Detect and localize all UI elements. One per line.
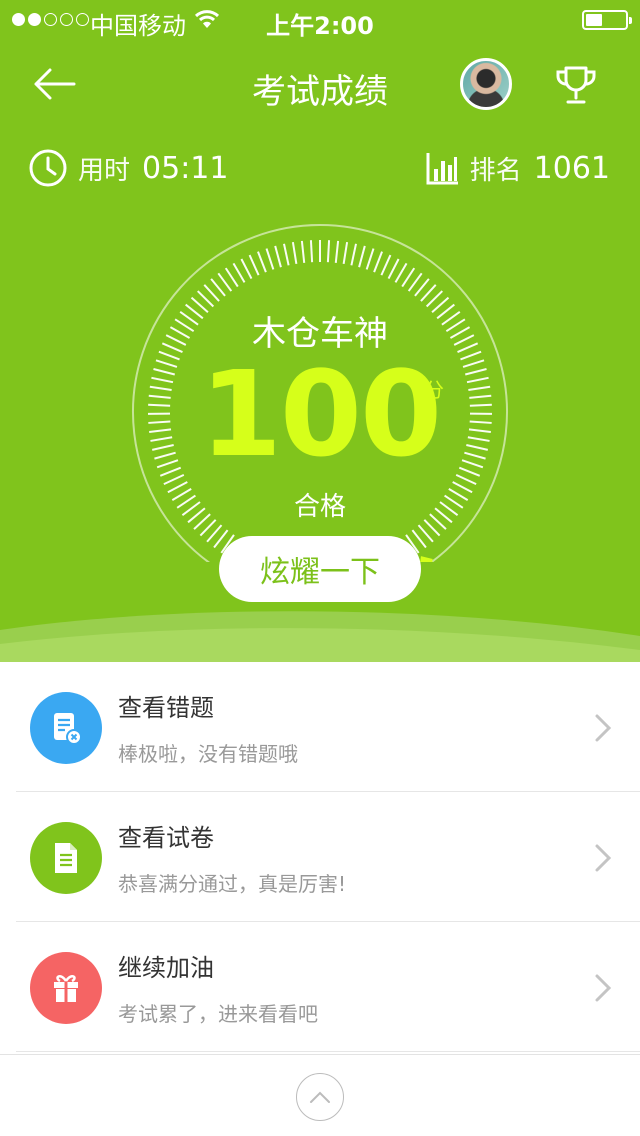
chevron-right-icon: [595, 844, 612, 872]
gauge-tick: [265, 248, 275, 270]
gauge-tick: [163, 473, 185, 486]
list-item-icon: [30, 692, 102, 764]
chevron-right-icon: [595, 974, 612, 1002]
score-header: 中国移动 上午2:00 考试成绩 用时 05:11 排名 1061 木仓车神 1…: [0, 0, 640, 662]
score-value: 100: [199, 345, 442, 483]
bottom-bar: [0, 1054, 640, 1136]
gauge-tick: [358, 245, 366, 268]
time-used-value: 05:11: [142, 150, 229, 186]
wave-decoration: [0, 611, 640, 662]
action-list: 查看错题 棒极啦，没有错题哦 查看试卷 恭喜满分通过，真是厉害! 继续加油 考试…: [0, 662, 640, 1052]
gauge-tick: [283, 243, 290, 266]
scroll-up-button[interactable]: [296, 1073, 344, 1121]
list-item-icon: [30, 952, 102, 1024]
list-item-title: 查看错题: [118, 694, 214, 722]
score-unit: 分: [424, 378, 444, 402]
list-item-icon: [30, 822, 102, 894]
gauge-tick: [373, 251, 383, 273]
page-title: 考试成绩: [252, 72, 388, 112]
pass-status: 合格: [293, 492, 346, 522]
rank-label: 排名: [469, 155, 522, 186]
gauge-tick: [257, 251, 267, 273]
time-used-label: 用时: [78, 155, 131, 186]
gauge-tick: [240, 258, 253, 280]
gift-icon: [54, 975, 78, 1002]
bar-chart-icon: [426, 153, 458, 185]
gauge-tick: [365, 248, 375, 270]
rank-value: 1061: [533, 150, 610, 186]
list-item-subtitle: 恭喜满分通过，真是厉害!: [118, 872, 347, 896]
nav-bar: 考试成绩: [0, 40, 640, 128]
battery-icon: [582, 10, 632, 30]
gauge-tick: [309, 240, 314, 263]
gauge-tick: [291, 241, 298, 265]
list-item-title: 继续加油: [118, 954, 214, 982]
rank-stat: 排名 1061: [426, 146, 610, 190]
document-icon: [55, 843, 77, 873]
avatar[interactable]: [460, 58, 512, 110]
gauge-tick: [380, 254, 392, 276]
gauge-tick: [300, 240, 306, 263]
list-item-keep-going[interactable]: 继续加油 考试累了，进来看看吧: [0, 922, 640, 1052]
gauge-tick: [248, 254, 260, 276]
list-item-title: 查看试卷: [118, 824, 214, 852]
gauge-tick: [407, 272, 423, 292]
gauge-tick: [350, 243, 357, 266]
gauge-tick: [274, 245, 282, 268]
gauge-tick: [217, 272, 233, 292]
wrong-questions-icon: [54, 713, 82, 745]
list-item-subtitle: 考试累了，进来看看吧: [118, 1002, 318, 1026]
list-item-wrong-questions[interactable]: 查看错题 棒极啦，没有错题哦: [0, 662, 640, 792]
chevron-up-icon: [310, 1091, 330, 1103]
gauge-tick: [387, 258, 400, 280]
trophy-icon[interactable]: [552, 62, 600, 110]
chevron-right-icon: [595, 714, 612, 742]
gauge-tick: [224, 267, 239, 288]
gauge-tick: [455, 473, 477, 486]
status-time: 上午2:00: [266, 12, 374, 40]
list-item-subtitle: 棒极啦，没有错题哦: [118, 742, 298, 766]
gauge-tick: [342, 241, 349, 265]
gauge-tick: [401, 267, 416, 288]
status-bar: 中国移动 上午2:00: [0, 0, 640, 40]
share-button[interactable]: 炫耀一下: [219, 536, 421, 602]
clock-icon: [29, 149, 67, 187]
time-used-stat: 用时 05:11: [28, 146, 228, 190]
list-item-view-paper[interactable]: 查看试卷 恭喜满分通过，真是厉害!: [0, 792, 640, 922]
gauge-tick: [232, 262, 246, 283]
gauge-tick: [326, 240, 331, 263]
gauge-tick: [394, 262, 408, 283]
gauge-tick: [334, 240, 340, 263]
